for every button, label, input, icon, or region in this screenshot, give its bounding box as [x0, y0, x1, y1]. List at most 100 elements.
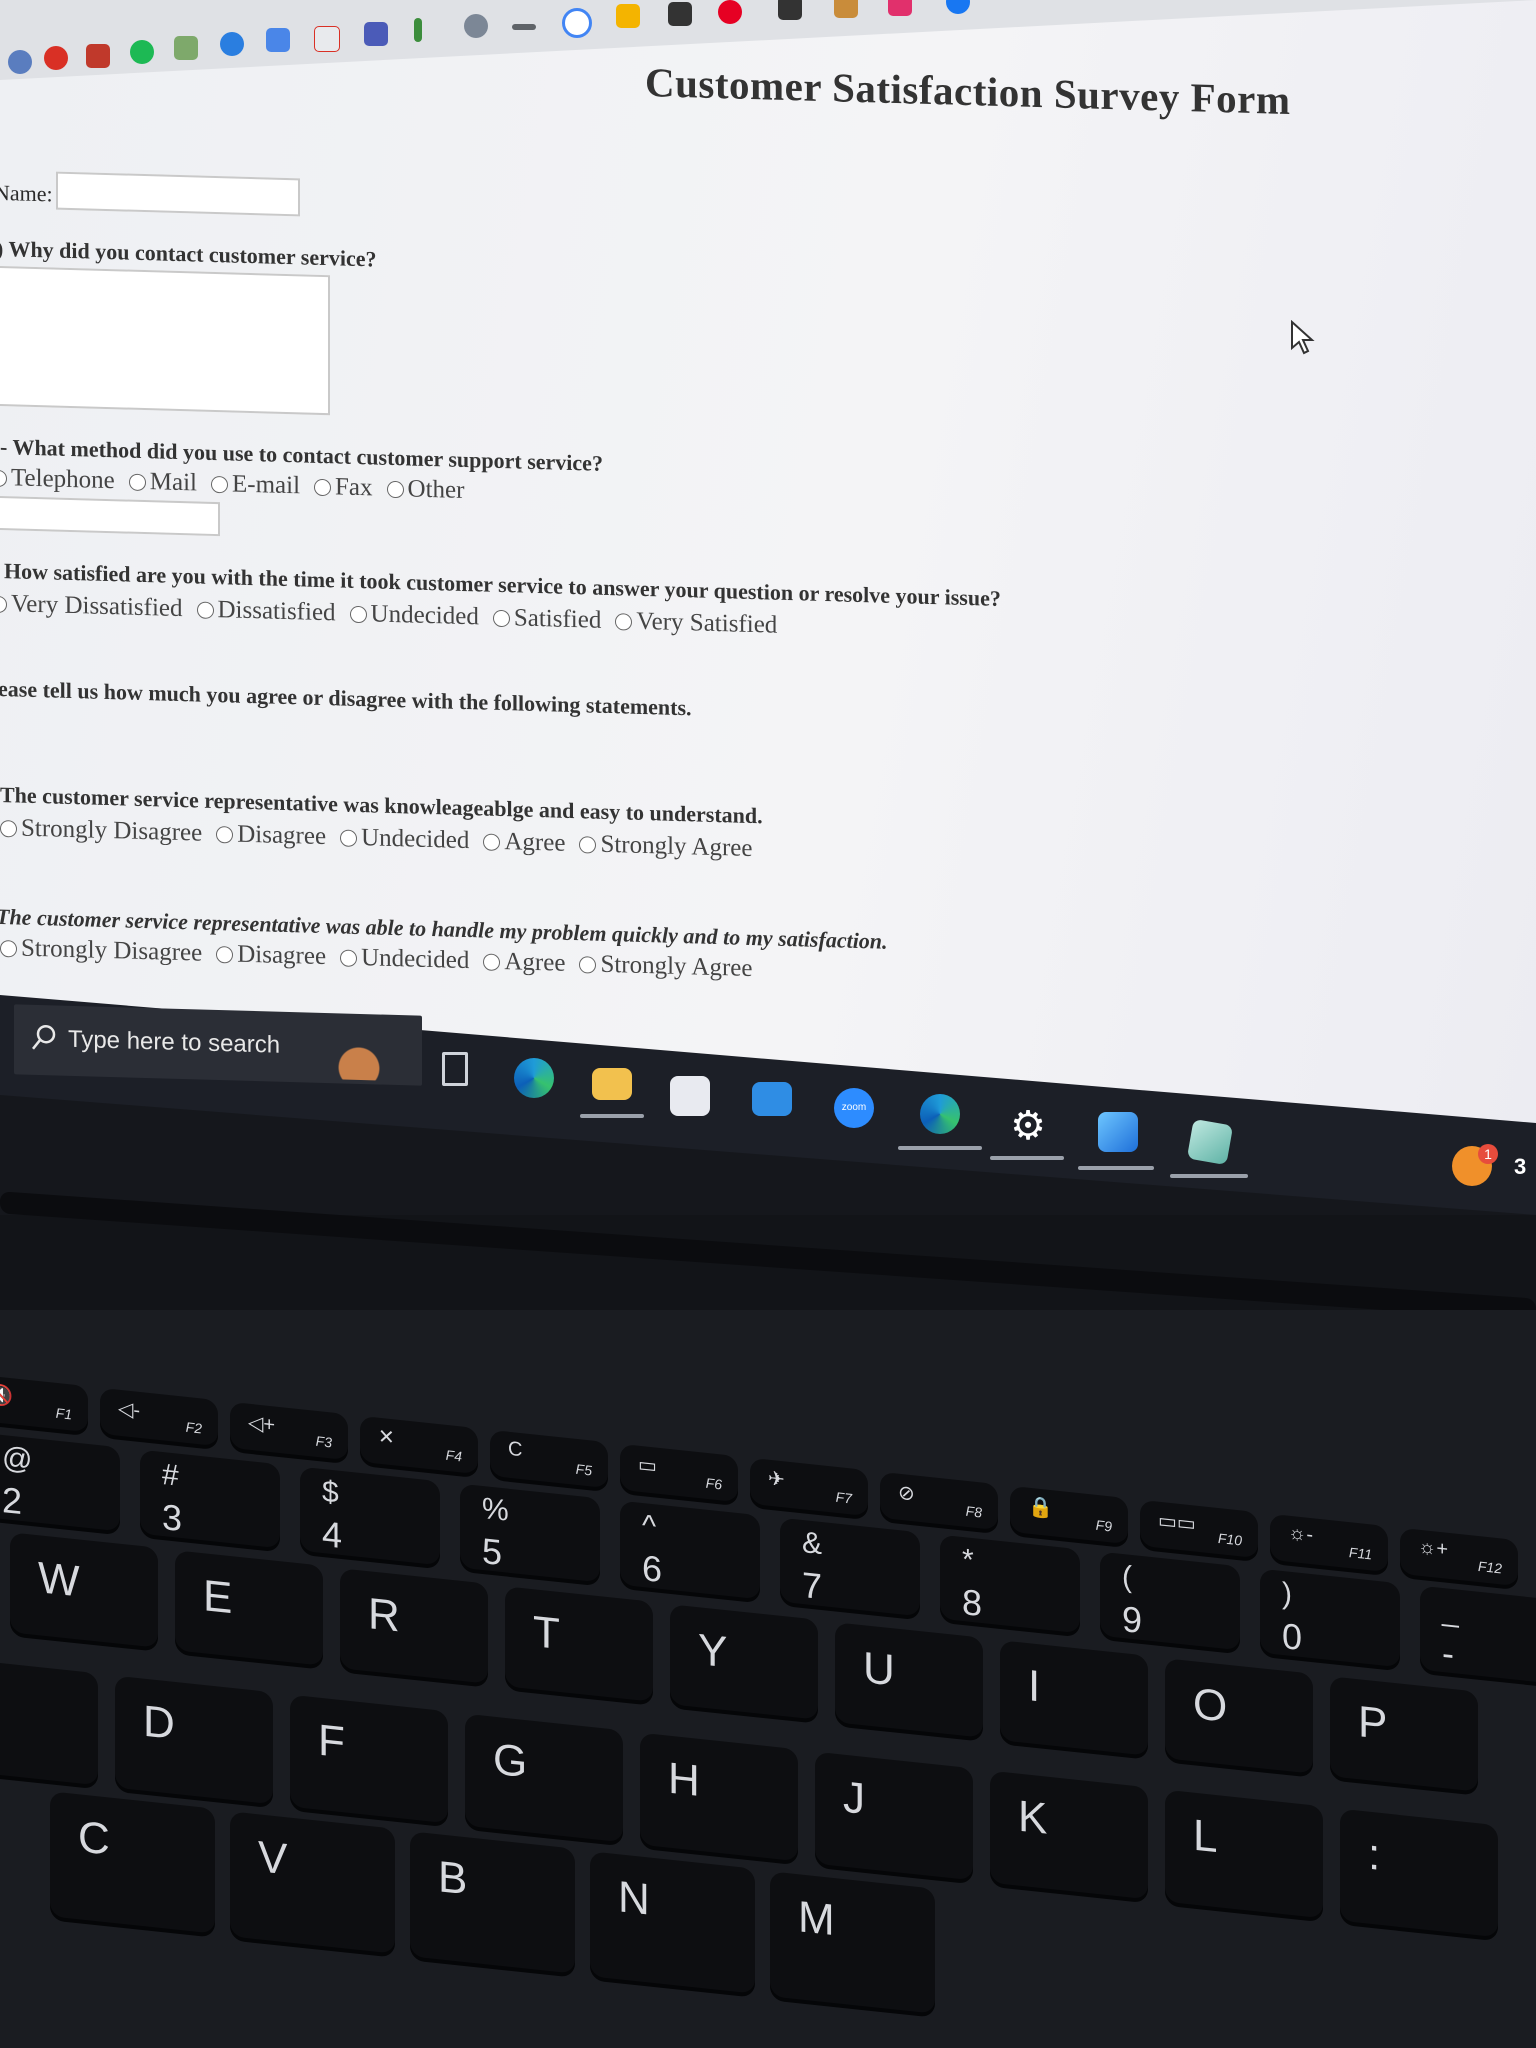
keyboard-key[interactable]: U: [835, 1622, 983, 1738]
microsoft-store-icon[interactable]: [670, 1076, 710, 1116]
radio-option[interactable]: Dissatisfied: [196, 595, 336, 627]
keyboard-key[interactable]: K: [990, 1770, 1148, 1900]
radio-option[interactable]: Strongly Agree: [579, 950, 753, 983]
radio-option[interactable]: Other: [386, 475, 464, 505]
instagram-icon[interactable]: [888, 0, 912, 16]
radio-button[interactable]: [0, 939, 17, 957]
app-icon[interactable]: [1186, 1118, 1234, 1166]
keyboard-key[interactable]: J: [815, 1751, 973, 1881]
keyboard-key[interactable]: ) 0: [1260, 1568, 1400, 1668]
keyboard-key[interactable]: S: [0, 1656, 98, 1786]
keyboard-key[interactable]: (9: [1100, 1551, 1240, 1651]
facebook-icon[interactable]: [946, 0, 970, 14]
keyboard-key[interactable]: G: [465, 1713, 623, 1843]
radio-option[interactable]: E-mail: [210, 470, 300, 500]
radio-button[interactable]: [349, 605, 367, 623]
key-label: R: [368, 1589, 400, 1642]
radio-button[interactable]: [386, 480, 404, 498]
radio-option[interactable]: Strongly Disagree: [0, 934, 202, 968]
radio-button[interactable]: [492, 609, 510, 627]
keyboard-key[interactable]: R: [340, 1568, 488, 1684]
edge-icon[interactable]: [514, 1058, 554, 1098]
edge-icon[interactable]: [920, 1094, 960, 1134]
key-label: %: [482, 1491, 509, 1528]
radio-button[interactable]: [340, 828, 358, 847]
radio-option[interactable]: Agree: [483, 828, 565, 858]
radio-option[interactable]: Agree: [483, 948, 565, 978]
radio-button[interactable]: [216, 945, 234, 964]
radio-button[interactable]: [579, 835, 597, 854]
keyboard-key[interactable]: #3: [140, 1449, 280, 1549]
radio-button[interactable]: [483, 833, 501, 851]
radio-button[interactable]: [340, 948, 358, 967]
key-label: ◁+: [248, 1411, 276, 1437]
key-label: ☼+: [1418, 1535, 1449, 1561]
key-label: F7: [835, 1488, 852, 1507]
keyboard-key[interactable]: $4: [300, 1466, 440, 1566]
radio-button[interactable]: [615, 612, 633, 631]
radio-button[interactable]: [128, 473, 146, 491]
key-label: F11: [1348, 1544, 1372, 1563]
keyboard-key[interactable]: N: [590, 1851, 755, 1994]
radio-option[interactable]: Undecided: [349, 600, 479, 632]
radio-button[interactable]: [0, 595, 7, 613]
radio-option[interactable]: Telephone: [0, 464, 115, 495]
taskbar-search[interactable]: Type here to search: [14, 1004, 422, 1086]
radio-option[interactable]: Mail: [128, 468, 197, 498]
radio-option[interactable]: Disagree: [216, 940, 326, 971]
radio-option[interactable]: Satisfied: [492, 604, 601, 635]
keyboard-key[interactable]: % 5: [460, 1483, 600, 1583]
keyboard-key[interactable]: @2: [0, 1432, 120, 1532]
radio-option[interactable]: Very Dissatisfied: [0, 590, 183, 623]
keyboard-key[interactable]: _ -: [1420, 1585, 1536, 1685]
radio-button[interactable]: [210, 475, 228, 493]
bookmark-icon[interactable]: [778, 0, 802, 20]
keyboard-key[interactable]: E: [175, 1550, 323, 1666]
task-view-icon[interactable]: [442, 1052, 468, 1086]
keyboard-key[interactable]: Y: [670, 1604, 818, 1720]
radio-button[interactable]: [196, 600, 214, 619]
radio-option[interactable]: Disagree: [216, 820, 326, 851]
other-method-field[interactable]: [0, 495, 220, 537]
settings-gear-icon[interactable]: ⚙: [1008, 1106, 1048, 1146]
radio-button[interactable]: [0, 469, 7, 487]
radio-option[interactable]: Undecided: [340, 943, 469, 975]
keyboard-key[interactable]: F: [290, 1694, 448, 1824]
radio-button[interactable]: [314, 478, 332, 496]
bookmark-icon[interactable]: [834, 0, 858, 18]
name-field[interactable]: [56, 171, 300, 217]
mail-icon[interactable]: [752, 1082, 792, 1116]
photos-icon[interactable]: [1098, 1112, 1138, 1152]
keyboard-key[interactable]: V: [230, 1811, 395, 1954]
radio-option[interactable]: Strongly Agree: [579, 830, 753, 863]
keyboard-key[interactable]: L: [1165, 1789, 1323, 1919]
zoom-icon[interactable]: zoom: [834, 1088, 874, 1128]
keyboard-key[interactable]: & 7: [780, 1517, 920, 1617]
radio-button[interactable]: [579, 955, 597, 974]
keyboard-key[interactable]: I: [1000, 1640, 1148, 1756]
keyboard-key[interactable]: * 8: [940, 1534, 1080, 1634]
keyboard-key[interactable]: O: [1165, 1658, 1313, 1774]
file-explorer-icon[interactable]: [592, 1068, 632, 1100]
radio-option[interactable]: Fax: [314, 473, 373, 503]
keyboard-key[interactable]: C: [50, 1791, 215, 1934]
keyboard-key[interactable]: ^ 6: [620, 1500, 760, 1600]
radio-option[interactable]: Undecided: [340, 823, 469, 855]
keyboard-key[interactable]: B: [410, 1831, 575, 1974]
reason-textarea[interactable]: [0, 265, 330, 416]
radio-button[interactable]: [483, 953, 501, 971]
keyboard-key[interactable]: W: [10, 1532, 158, 1648]
name-label: Name:: [0, 179, 53, 207]
radio-button[interactable]: [216, 825, 234, 844]
radio-option[interactable]: Very Satisfied: [615, 607, 777, 640]
key-label: M: [798, 1892, 835, 1946]
key-label: F1: [55, 1404, 72, 1423]
radio-option[interactable]: Strongly Disagree: [0, 814, 202, 848]
keyboard-key[interactable]: D: [115, 1675, 273, 1805]
keyboard-key[interactable]: T: [505, 1586, 653, 1702]
keyboard-key[interactable]: P: [1330, 1676, 1478, 1792]
keyboard-key[interactable]: M: [770, 1871, 935, 2014]
keyboard-key[interactable]: :: [1340, 1808, 1498, 1938]
radio-button[interactable]: [0, 819, 17, 837]
keyboard-key[interactable]: H: [640, 1732, 798, 1862]
